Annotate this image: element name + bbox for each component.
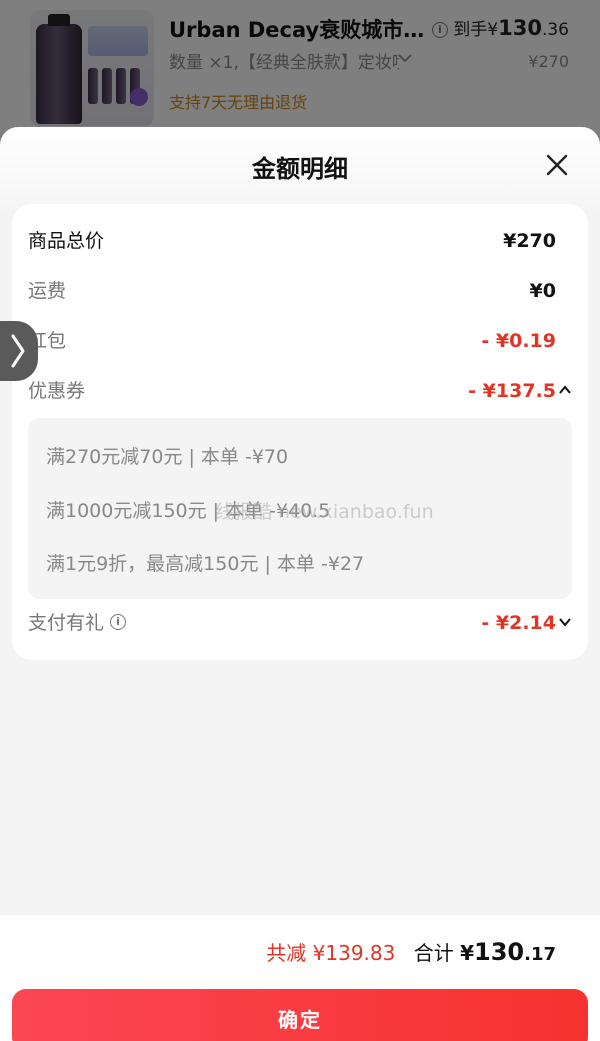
amount-detail-sheet: 金额明细 商品总价 ¥270 运费 ¥0 红包 - ¥0.19 优惠券 - ¥1… bbox=[0, 127, 600, 1041]
chevron-right-icon bbox=[11, 334, 25, 368]
red-packet-row: 红包 - ¥0.19 bbox=[28, 326, 572, 356]
payment-gift-value[interactable]: - ¥2.14 bbox=[481, 608, 572, 638]
total-discount: 共减 ¥139.83 bbox=[266, 941, 396, 965]
sheet-title: 金额明细 bbox=[252, 155, 348, 183]
coupon-item: 满1元9折，最高减150元 | 本单 -¥27 bbox=[46, 553, 365, 575]
detail-card: 商品总价 ¥270 运费 ¥0 红包 - ¥0.19 优惠券 - ¥137.5 … bbox=[12, 204, 588, 660]
goods-total-value: ¥270 bbox=[503, 230, 556, 252]
coupon-label: 优惠券 bbox=[28, 380, 86, 402]
coupon-item: 满270元减70元 | 本单 -¥70 bbox=[46, 446, 289, 468]
chevron-up-icon[interactable] bbox=[558, 383, 572, 397]
side-drawer-handle[interactable] bbox=[0, 321, 38, 381]
close-button[interactable] bbox=[541, 149, 573, 181]
confirm-button[interactable]: 确定 bbox=[12, 989, 588, 1041]
total-amount: ¥130.17 bbox=[460, 938, 556, 966]
coupon-row[interactable]: 优惠券 - ¥137.5 bbox=[28, 376, 572, 406]
close-icon bbox=[546, 154, 568, 176]
chevron-down-icon[interactable] bbox=[558, 615, 572, 629]
total-label: 合计 bbox=[413, 941, 454, 965]
summary-bar: 共减 ¥139.83 合计 ¥130.17 确定 bbox=[0, 915, 600, 1041]
red-packet-value: - ¥0.19 bbox=[481, 330, 556, 352]
payment-gift-label: 支付有礼 i bbox=[28, 608, 127, 638]
coupon-value[interactable]: - ¥137.5 bbox=[468, 376, 572, 406]
summary-line: 共减 ¥139.83 合计 ¥130.17 bbox=[266, 937, 556, 966]
payment-gift-row[interactable]: 支付有礼 i - ¥2.14 bbox=[28, 608, 572, 638]
shipping-value: ¥0 bbox=[529, 280, 556, 302]
shipping-label: 运费 bbox=[28, 280, 67, 302]
watermark: 线报酷 new.xianbao.fun bbox=[215, 501, 434, 523]
shipping-row: 运费 ¥0 bbox=[28, 276, 572, 306]
info-icon[interactable]: i bbox=[110, 613, 127, 630]
goods-total-row: 商品总价 ¥270 bbox=[28, 226, 572, 256]
goods-total-label: 商品总价 bbox=[28, 230, 105, 252]
